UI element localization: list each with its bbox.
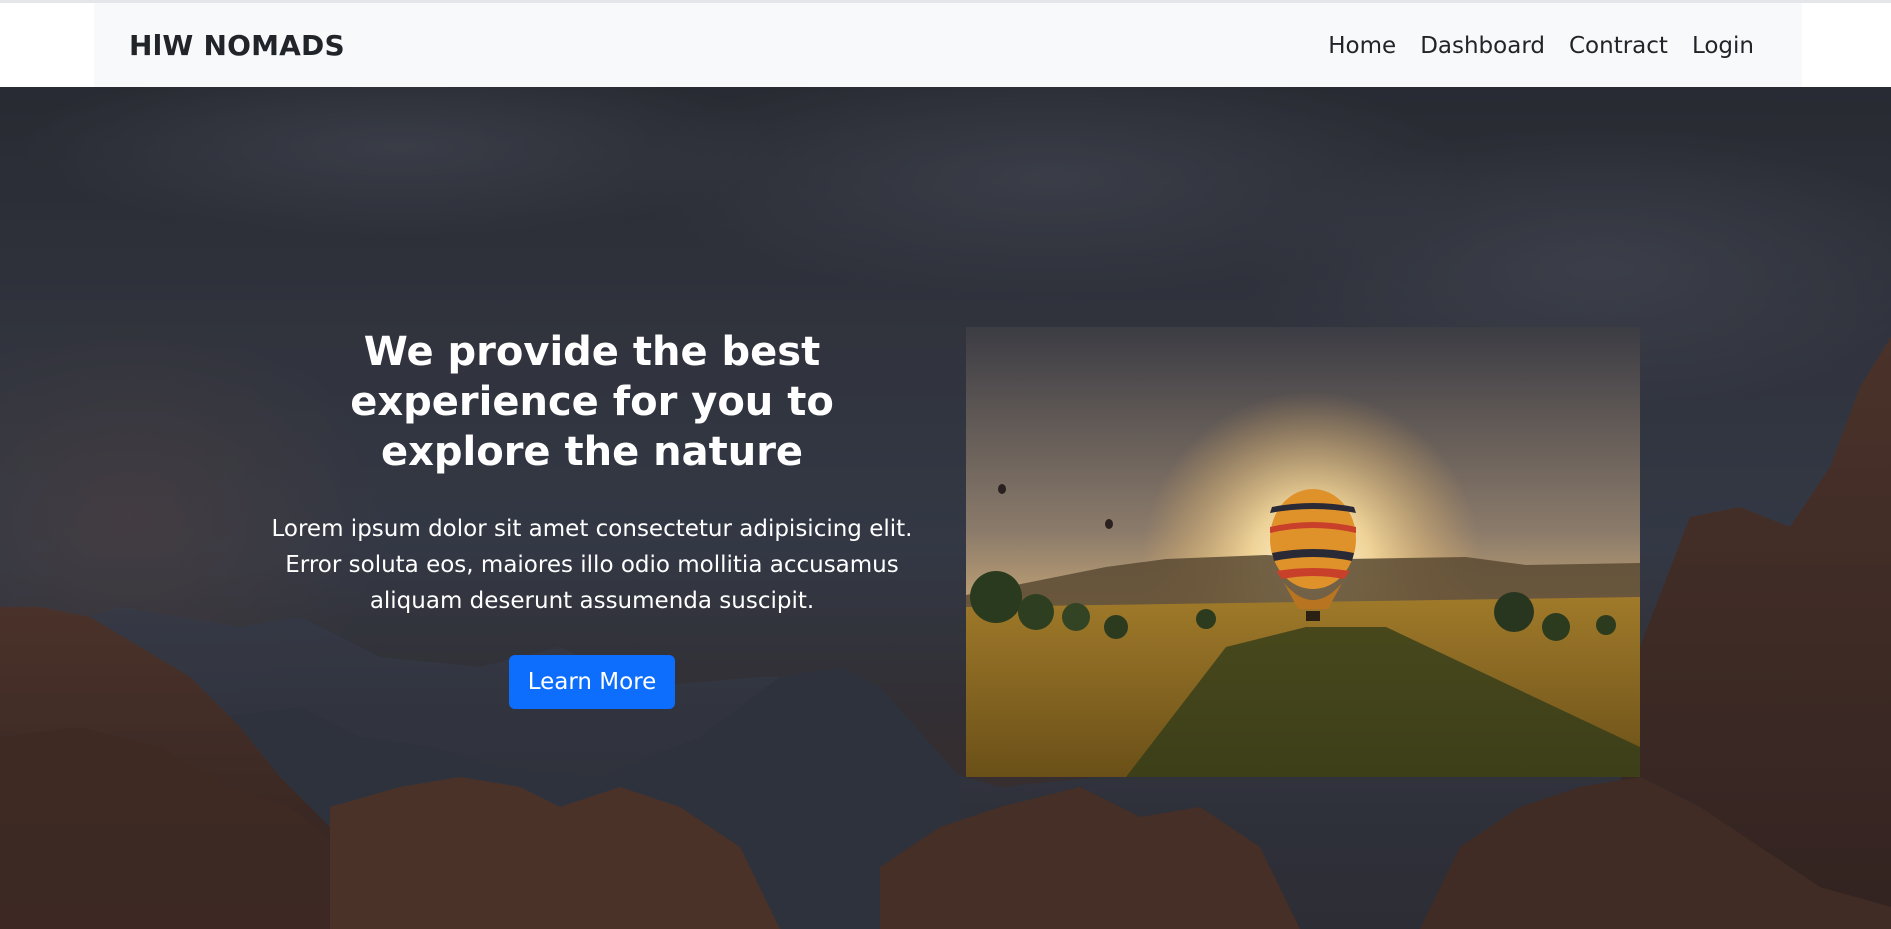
learn-more-button[interactable]: Learn More bbox=[508, 655, 676, 709]
hero-text-block: We provide the best experience for you t… bbox=[262, 327, 922, 709]
nav-link-dashboard[interactable]: Dashboard bbox=[1420, 31, 1545, 61]
nav-link-contract[interactable]: Contract bbox=[1569, 31, 1668, 61]
hero-feature-image bbox=[966, 327, 1640, 777]
brand-logo[interactable]: HlW NOMADS bbox=[129, 29, 345, 63]
nav-link-login[interactable]: Login bbox=[1692, 31, 1754, 61]
hero-title: We provide the best experience for you t… bbox=[350, 329, 834, 475]
navbar-wrapper: HlW NOMADS Home Dashboard Contract Login bbox=[0, 3, 1891, 87]
nav-link-home[interactable]: Home bbox=[1328, 31, 1396, 61]
hero-section: We provide the best experience for you t… bbox=[0, 87, 1891, 929]
navbar: HlW NOMADS Home Dashboard Contract Login bbox=[94, 3, 1802, 87]
nav-links: Home Dashboard Contract Login bbox=[1328, 31, 1754, 61]
hero-description: Lorem ipsum dolor sit amet consectetur a… bbox=[271, 516, 913, 614]
